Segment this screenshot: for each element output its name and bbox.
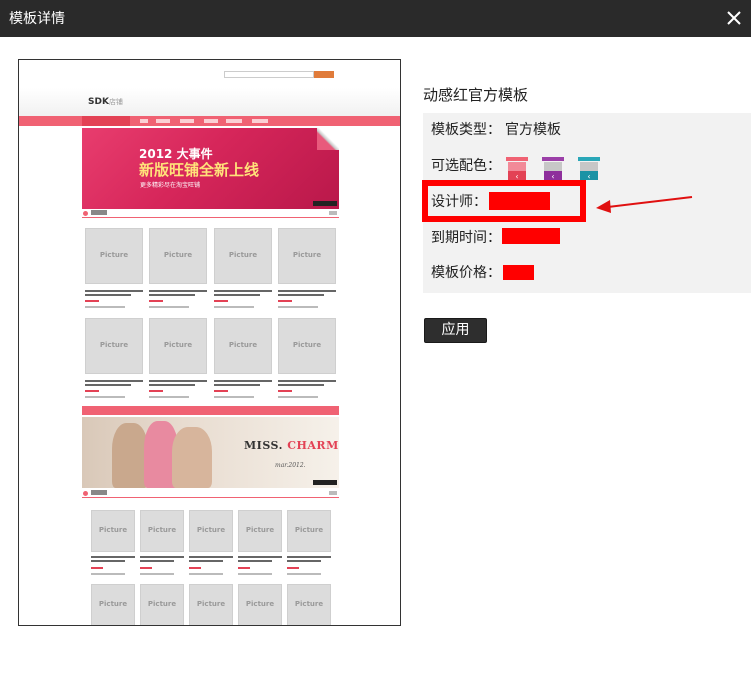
preview-nav-item [226,119,242,123]
preview-product-image: Picture [278,318,336,374]
preview-nav-item [204,119,218,123]
preview-product-image: Picture [238,584,282,625]
template-type-label: 模板类型： [431,122,501,138]
preview-product-image: Picture [85,228,143,284]
preview-section-header [82,210,339,218]
apply-button[interactable]: 应用 [424,318,487,343]
preview-nav-item [156,119,170,123]
banner-subline: 更多精彩尽在淘宝旺铺 [140,182,201,189]
annotation-highlight-box [422,180,586,222]
expiry-value-redacted [502,228,560,244]
banner-pager [313,480,337,485]
preview-product-image: Picture [85,318,143,374]
section-dot-icon [83,491,88,496]
dialog-title: 模板详情 [9,11,65,27]
color-swatch-purple-icon[interactable]: ‹ [540,155,566,181]
dialog-titlebar: 模板详情 [0,0,751,37]
preview-product-image: Picture [91,510,135,552]
preview-nav-item [180,119,194,123]
close-icon[interactable] [724,8,744,28]
preview-product-image: Picture [278,228,336,284]
preview-shop-suffix: 店铺 [108,98,123,106]
preview-product-image: Picture [214,228,272,284]
annotation-arrow-icon [596,196,693,213]
preview-product-image: Picture [91,584,135,625]
price-label: 模板价格： [431,265,501,281]
color-swatch-pink-icon[interactable]: ‹ [504,155,530,181]
preview-product-image: Picture [189,584,233,625]
preview-product-image: Picture [287,510,331,552]
template-preview-image: SDK店铺 2012 大事件 新版旺铺全新上线 更多精彩尽在淘宝旺铺 Pictu… [18,59,401,626]
banner-pager [313,201,337,206]
banner-date-text: mar.2012. [275,462,306,469]
expiry-label: 到期时间： [431,230,501,246]
preview-search-strip [82,406,339,415]
preview-product-image: Picture [149,228,207,284]
preview-product-image: Picture [140,584,184,625]
preview-nav-home [82,116,130,126]
preview-nav-item [140,119,148,123]
preview-banner-miss-charm: MISS. CHARM mar.2012. [82,417,339,488]
banner-model-figure [172,427,212,488]
preview-banner-new-shop: 2012 大事件 新版旺铺全新上线 更多精彩尽在淘宝旺铺 [82,128,339,209]
price-value-redacted [503,265,534,280]
preview-section-header [82,490,339,498]
svg-text:‹: ‹ [587,172,590,181]
section-dot-icon [83,211,88,216]
preview-nav-item [252,119,268,123]
page-curl-decoration [317,128,339,150]
preview-shop-name: SDK [88,97,109,107]
preview-search-button [314,71,334,78]
template-name: 动感红官方模板 [423,86,529,104]
preview-product-image: Picture [238,510,282,552]
preview-search-box [224,71,314,78]
preview-product-image: Picture [149,318,207,374]
preview-product-image: Picture [189,510,233,552]
template-type-value: 官方模板 [505,122,561,138]
preview-topbar [19,60,400,88]
banner-model-figure [112,423,148,488]
preview-product-image: Picture [140,510,184,552]
banner-headline: 新版旺铺全新上线 [139,161,260,179]
preview-product-image: Picture [287,584,331,625]
preview-product-image: Picture [214,318,272,374]
preview-shop-logo: SDK店铺 [88,97,123,107]
color-swatch-teal-icon[interactable]: ‹ [576,155,602,181]
preview-header [19,88,400,116]
banner-miss-charm-text: MISS. CHARM [244,439,339,452]
template-colors-label: 可选配色： [431,158,501,174]
